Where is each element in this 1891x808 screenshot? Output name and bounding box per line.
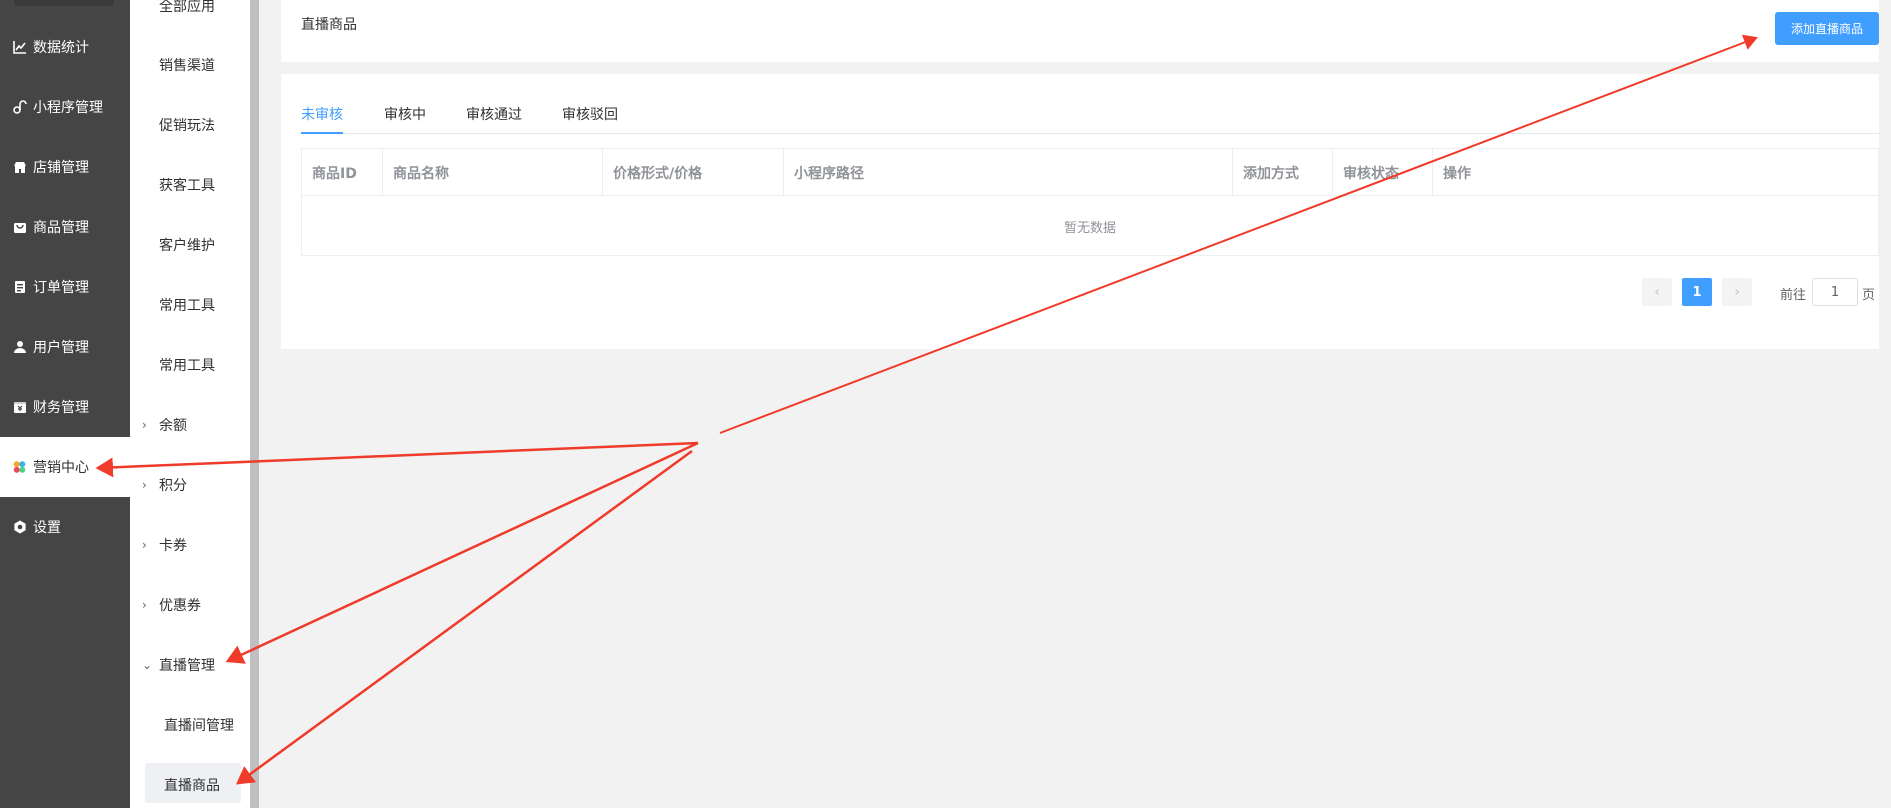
- chevron-right-icon: ›: [142, 598, 147, 612]
- sidebar-item-finance[interactable]: 财务管理: [0, 377, 130, 437]
- add-live-goods-button[interactable]: 添加直播商品: [1775, 12, 1879, 45]
- sub-item-live-goods[interactable]: 直播商品: [130, 755, 254, 808]
- sub-item-label: 促销玩法: [159, 118, 215, 134]
- sidebar-item-label: 店铺管理: [33, 160, 89, 176]
- sidebar-item-marketing[interactable]: 营销中心: [0, 437, 130, 497]
- sidebar-item-settings[interactable]: 设置: [0, 497, 130, 557]
- sub-item-acquisition[interactable]: 获客工具: [130, 155, 254, 215]
- link-icon: [12, 100, 27, 115]
- chevron-right-icon: ›: [142, 418, 147, 432]
- chevron-right-icon: ›: [1734, 284, 1740, 300]
- page-suffix: 页: [1862, 288, 1876, 303]
- sub-item-live-rooms[interactable]: 直播间管理: [130, 695, 254, 755]
- clipboard-icon: [12, 280, 27, 295]
- tab-approved[interactable]: 审核通过: [466, 104, 522, 124]
- sub-item-label: 余额: [159, 418, 187, 434]
- sidebar-item-label: 数据统计: [33, 40, 89, 56]
- page-title: 直播商品: [301, 17, 357, 33]
- sub-item-sales-channel[interactable]: 销售渠道: [130, 35, 254, 95]
- sub-item-label: 直播管理: [159, 658, 215, 674]
- sub-sidebar: 全部应用 销售渠道 促销玩法 获客工具 客户维护 常用工具 常用工具 › 余额 ›…: [130, 0, 254, 808]
- chevron-down-icon: ⌄: [142, 658, 153, 672]
- sidebar-item-label: 用户管理: [33, 340, 89, 356]
- sub-item-customer[interactable]: 客户维护: [130, 215, 254, 275]
- sidebar-item-miniprogram[interactable]: 小程序管理: [0, 77, 130, 137]
- tab-unreviewed[interactable]: 未审核: [301, 104, 343, 124]
- sub-item-label: 卡券: [159, 538, 187, 554]
- sub-item-label: 积分: [159, 478, 187, 494]
- main-sidebar: 数据统计 小程序管理 店铺管理 商品管理 订单管理 用户管理 财务管理 营销中心…: [0, 0, 130, 808]
- next-page-button[interactable]: ›: [1722, 278, 1752, 306]
- sub-item-label: 客户维护: [159, 238, 215, 254]
- column-header: 商品ID: [302, 149, 383, 196]
- column-header: 添加方式: [1233, 149, 1333, 196]
- sub-item-tools-2[interactable]: 常用工具: [130, 335, 254, 395]
- goto-page-input[interactable]: [1812, 278, 1858, 306]
- goods-table: 商品ID 商品名称 价格形式/价格 小程序路径 添加方式 审核状态 操作 暂无数…: [301, 148, 1879, 256]
- sidebar-item-users[interactable]: 用户管理: [0, 317, 130, 377]
- header-panel: 直播商品: [281, 0, 1879, 62]
- column-header: 商品名称: [383, 149, 603, 196]
- finance-icon: [12, 400, 27, 415]
- page-number-current[interactable]: 1: [1682, 278, 1712, 306]
- review-tabs: 未审核 审核中 审核通过 审核驳回: [301, 104, 1879, 134]
- sub-item-cards[interactable]: › 卡券: [130, 515, 254, 575]
- table-header: 商品ID 商品名称 价格形式/价格 小程序路径 添加方式 审核状态 操作: [302, 149, 1878, 196]
- store-icon: [12, 160, 27, 175]
- column-header: 审核状态: [1333, 149, 1433, 196]
- user-icon: [12, 340, 27, 355]
- chevron-right-icon: ›: [142, 478, 147, 492]
- sidebar-item-store[interactable]: 店铺管理: [0, 137, 130, 197]
- sub-item-promotion[interactable]: 促销玩法: [130, 95, 254, 155]
- sub-item-label: 销售渠道: [159, 58, 215, 74]
- sub-item-label: 常用工具: [159, 298, 215, 314]
- chevron-right-icon: ›: [142, 538, 147, 552]
- sub-item-label: 直播商品: [164, 778, 220, 794]
- sidebar-item-label: 设置: [33, 520, 61, 536]
- sub-item-label: 直播间管理: [164, 718, 234, 734]
- sub-item-label: 获客工具: [159, 178, 215, 194]
- sidebar-item-label: 财务管理: [33, 400, 89, 416]
- tab-reviewing[interactable]: 审核中: [384, 104, 426, 124]
- bag-icon: [12, 220, 27, 235]
- empty-text: 暂无数据: [1063, 220, 1116, 236]
- sub-item-balance[interactable]: › 余额: [130, 395, 254, 455]
- marketing-icon: [12, 460, 27, 475]
- chart-line-icon: [12, 40, 27, 55]
- sub-item-tools-1[interactable]: 常用工具: [130, 275, 254, 335]
- sidebar-item-goods[interactable]: 商品管理: [0, 197, 130, 257]
- tab-rejected[interactable]: 审核驳回: [562, 104, 618, 124]
- main-panel: 未审核 审核中 审核通过 审核驳回 商品ID 商品名称 价格形式/价格 小程序路…: [281, 74, 1879, 349]
- sidebar-item-label: 营销中心: [33, 460, 89, 476]
- column-header: 小程序路径: [784, 149, 1233, 196]
- arrow-to-live-goods: [235, 449, 693, 785]
- chevron-left-icon: ‹: [1654, 284, 1660, 300]
- sub-item-all-apps[interactable]: 全部应用: [130, 0, 254, 36]
- column-header: 操作: [1443, 165, 1471, 182]
- sidebar-item-label: 小程序管理: [33, 100, 103, 116]
- sidebar-item-stats[interactable]: 数据统计: [0, 17, 130, 77]
- logo: [14, 0, 114, 6]
- sidebar-item-orders[interactable]: 订单管理: [0, 257, 130, 317]
- sub-item-live-management[interactable]: ⌄ 直播管理: [130, 635, 254, 695]
- prev-page-button[interactable]: ‹: [1642, 278, 1672, 306]
- sub-item-label: 全部应用: [159, 0, 215, 15]
- sidebar-divider: [250, 0, 259, 808]
- arrow-to-live-management: [225, 441, 699, 664]
- sub-item-coupons[interactable]: › 优惠券: [130, 575, 254, 635]
- sub-item-label: 常用工具: [159, 358, 215, 374]
- sub-item-label: 优惠券: [159, 598, 201, 614]
- column-header: 价格形式/价格: [603, 149, 784, 196]
- sidebar-item-label: 商品管理: [33, 220, 89, 236]
- sub-item-points[interactable]: › 积分: [130, 455, 254, 515]
- goto-label: 前往: [1780, 288, 1807, 303]
- gear-icon: [12, 520, 27, 535]
- sidebar-item-label: 订单管理: [33, 280, 89, 296]
- active-tab-indicator: [301, 132, 343, 134]
